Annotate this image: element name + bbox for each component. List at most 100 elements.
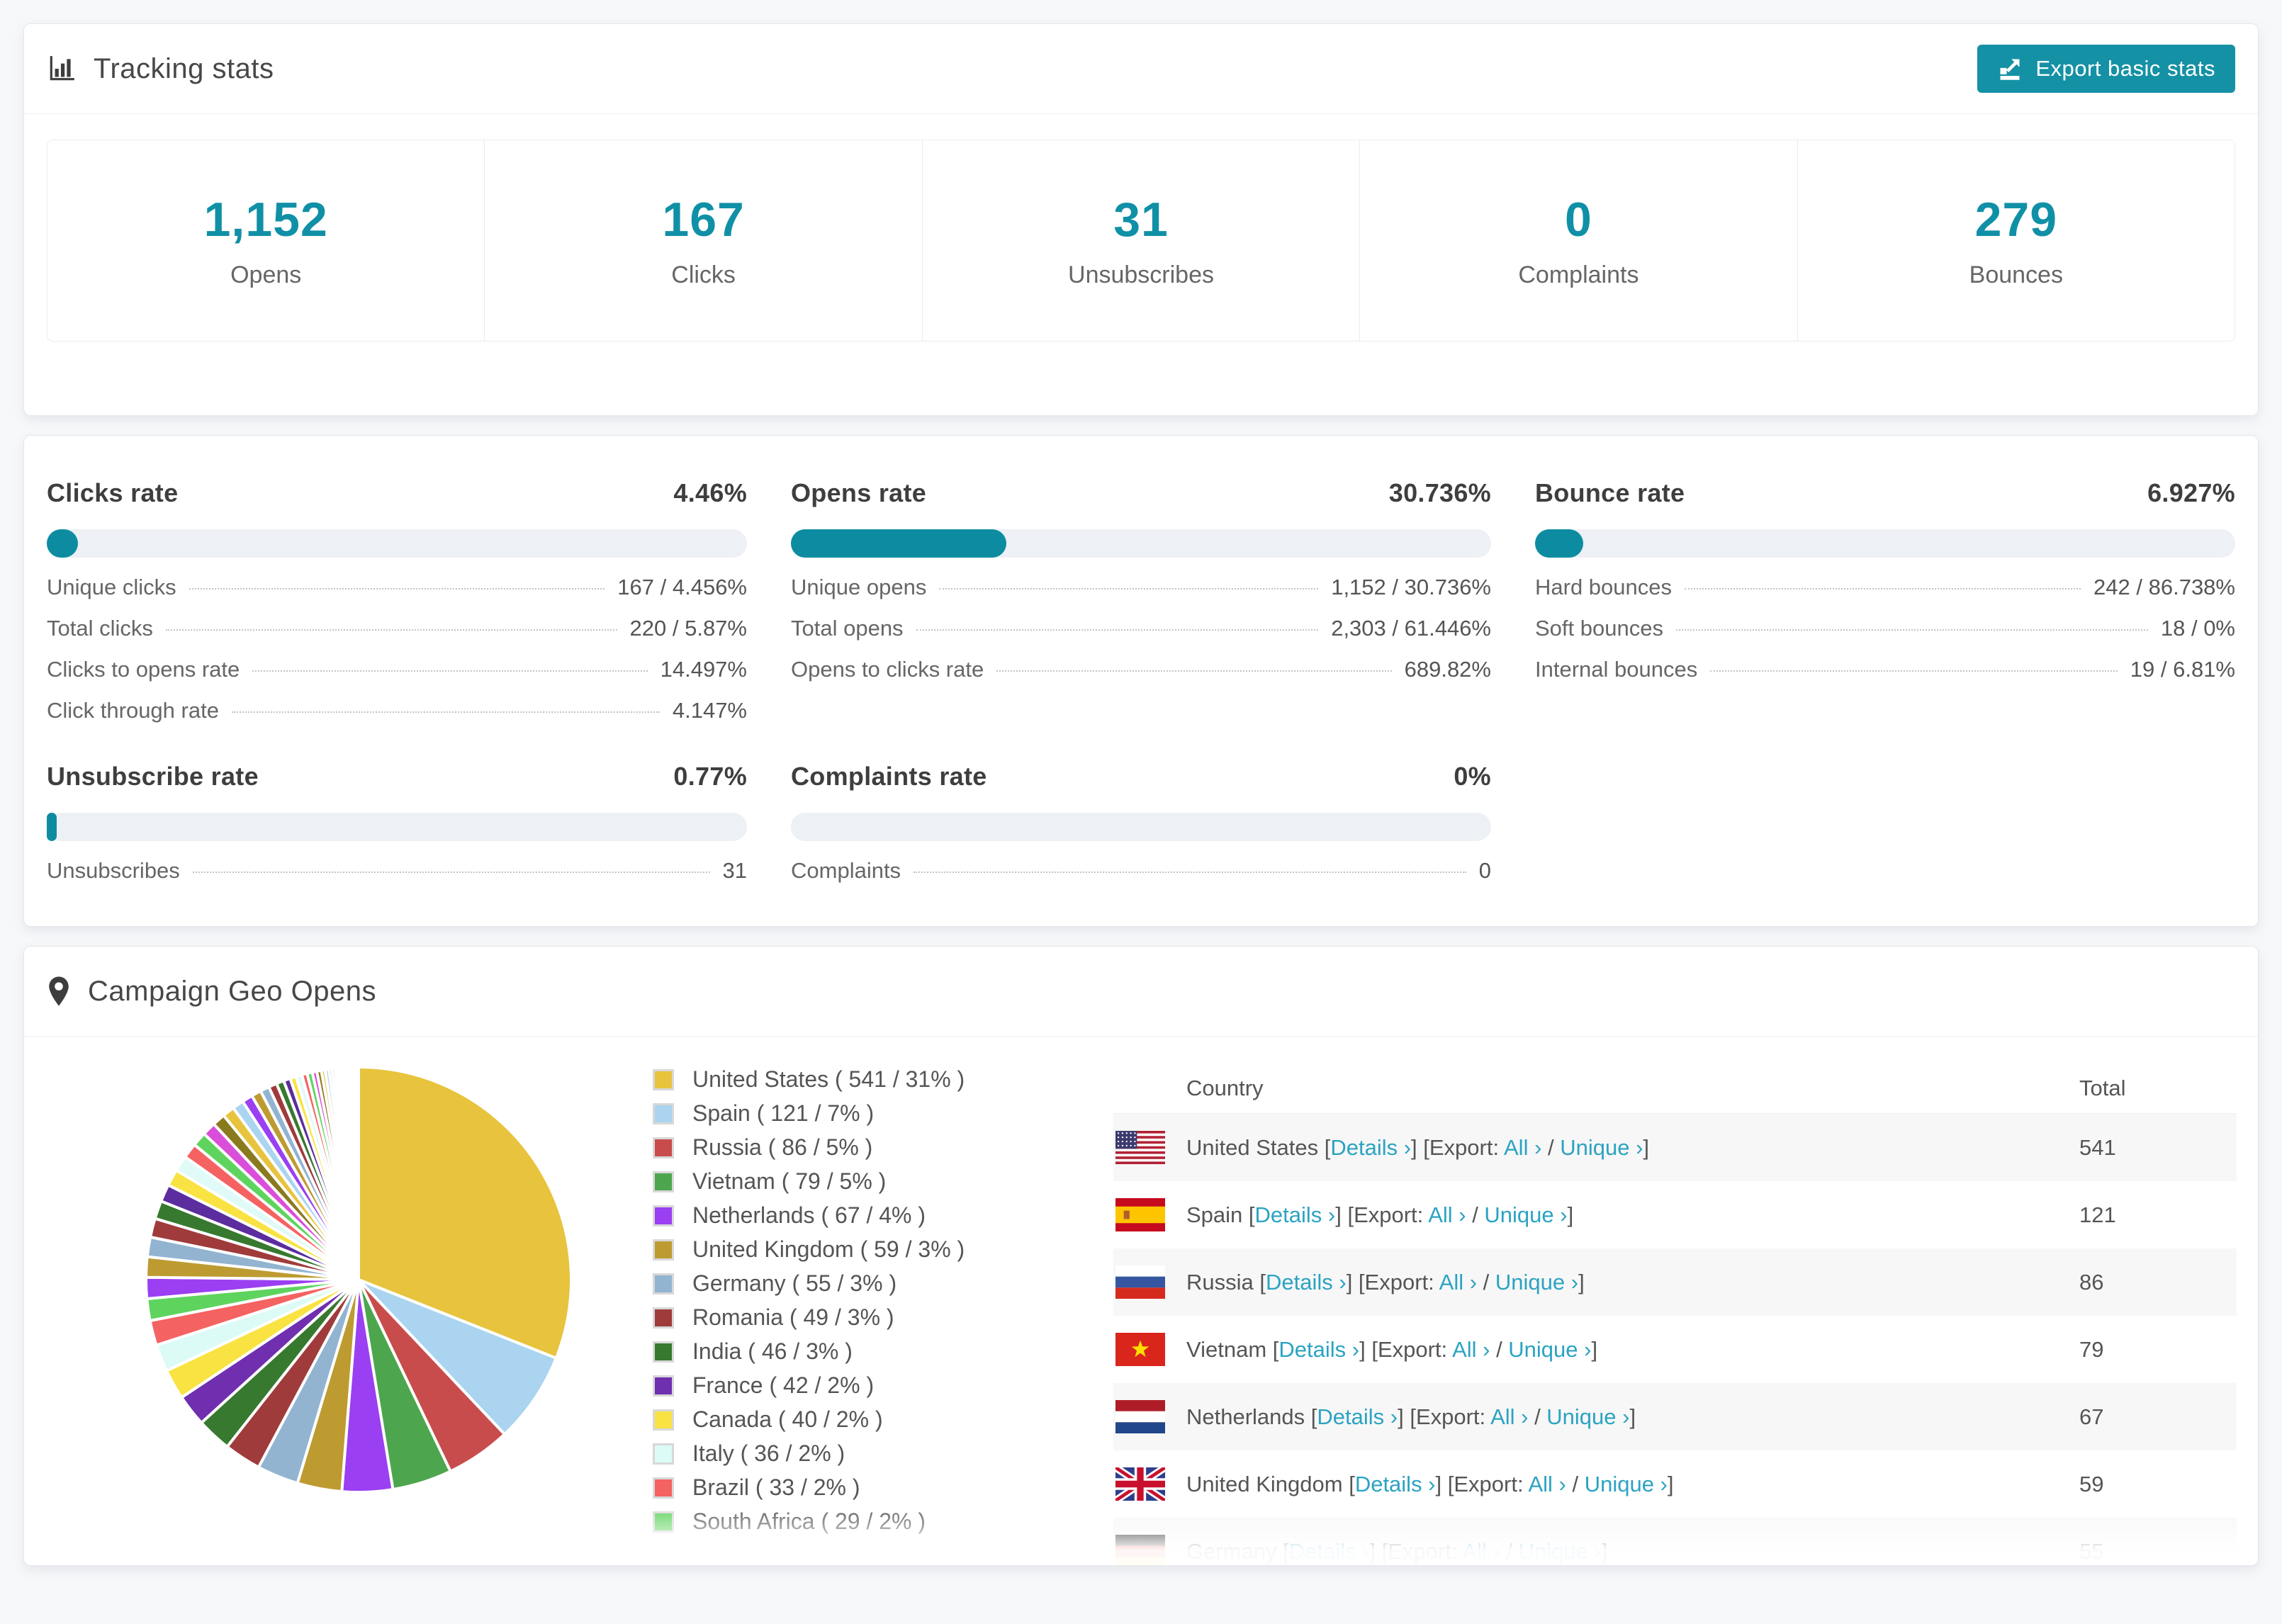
tracking-stats-header: Tracking stats Export basic stats: [24, 24, 2258, 114]
details-link[interactable]: Details ›: [1317, 1404, 1398, 1429]
legend-item[interactable]: South Africa ( 29 / 2% ): [653, 1509, 1092, 1535]
rate-title: Unsubscribe rate: [47, 762, 259, 791]
metric-row: Unique opens 1,152 / 30.736%: [791, 575, 1491, 599]
rate-head: Bounce rate 6.927%: [1535, 478, 2235, 508]
legend-swatch: [653, 1103, 674, 1124]
details-link[interactable]: Details ›: [1278, 1337, 1359, 1362]
legend-item[interactable]: Spain ( 121 / 7% ): [653, 1100, 1092, 1127]
dotted-leader: [192, 872, 710, 873]
total-cell: 55: [2079, 1538, 2104, 1564]
legend-item[interactable]: Germany ( 55 / 3% ): [653, 1270, 1092, 1297]
metric-row: Unsubscribes 31: [47, 858, 747, 883]
metric-value: 14.497%: [660, 657, 747, 682]
total-cell: 67: [2079, 1404, 2104, 1429]
export-unique-link[interactable]: Unique ›: [1585, 1472, 1668, 1496]
export-unique-link[interactable]: Unique ›: [1484, 1202, 1567, 1227]
legend-item[interactable]: Netherlands ( 67 / 4% ): [653, 1202, 1092, 1229]
pie-slice[interactable]: [356, 1065, 360, 1280]
rate-value: 4.46%: [673, 478, 747, 507]
legend-label: Italy ( 36 / 2% ): [692, 1440, 845, 1466]
legend-swatch: [653, 1341, 674, 1363]
export-all-link[interactable]: All ›: [1452, 1337, 1490, 1362]
metric-label: Total clicks: [47, 616, 153, 641]
dotted-leader: [939, 588, 1319, 590]
legend-label: Canada ( 40 / 2% ): [692, 1406, 883, 1432]
flag-de: [1115, 1535, 1165, 1565]
export-unique-link[interactable]: Unique ›: [1495, 1270, 1578, 1295]
legend-item[interactable]: Canada ( 40 / 2% ): [653, 1406, 1092, 1433]
legend-label: India ( 46 / 3% ): [692, 1338, 853, 1364]
legend-item[interactable]: Vietnam ( 79 / 5% ): [653, 1168, 1092, 1195]
stat-box-complaints: 0 Complaints: [1359, 140, 1798, 342]
export-all-link[interactable]: All ›: [1504, 1135, 1541, 1160]
stat-label: Bounces: [1969, 261, 2063, 288]
stat-value: 1,152: [203, 193, 328, 247]
table-row-gb: United Kingdom [Details ›] [Export: All …: [1113, 1450, 2237, 1518]
country-name: United States: [1186, 1134, 1325, 1160]
country-cell: Germany [Details ›] [Export: All › / Uni…: [1115, 1535, 2079, 1565]
metric-value: 167 / 4.456%: [617, 575, 747, 599]
geo-section-title: Campaign Geo Opens: [88, 975, 377, 1007]
total-column-header: Total: [2079, 1076, 2126, 1100]
country-cell: Netherlands [Details ›] [Export: All › /…: [1115, 1400, 2079, 1433]
legend-item[interactable]: Italy ( 36 / 2% ): [653, 1440, 1092, 1467]
details-link[interactable]: Details ›: [1266, 1270, 1347, 1295]
legend-item[interactable]: Russia ( 86 / 5% ): [653, 1134, 1092, 1161]
details-link[interactable]: Details ›: [1330, 1135, 1411, 1160]
rate-block-unsubscribe-rate: Unsubscribe rate 0.77% Unsubscribes 31: [47, 762, 747, 883]
dotted-leader: [252, 670, 648, 672]
export-all-link[interactable]: All ›: [1439, 1270, 1477, 1295]
legend-label: Germany ( 55 / 3% ): [692, 1270, 897, 1296]
export-all-link[interactable]: All ›: [1528, 1472, 1566, 1496]
rate-block-complaints-rate: Complaints rate 0% Complaints 0: [791, 762, 1491, 883]
stat-label: Unsubscribes: [1068, 261, 1214, 288]
metric-row: Click through rate 4.147%: [47, 698, 747, 723]
legend-item[interactable]: India ( 46 / 3% ): [653, 1338, 1092, 1365]
legend-item[interactable]: United States ( 541 / 31% ): [653, 1066, 1092, 1093]
metric-row: Complaints 0: [791, 858, 1491, 883]
export-basic-stats-button[interactable]: Export basic stats: [1977, 45, 2235, 93]
country-links: Germany [Details ›] [Export: All › / Uni…: [1186, 1538, 1608, 1564]
stat-box-clicks: 167 Clicks: [484, 140, 923, 342]
details-link[interactable]: Details ›: [1289, 1539, 1370, 1564]
country-cell: Vietnam [Details ›] [Export: All › / Uni…: [1115, 1333, 2079, 1366]
legend-item[interactable]: Romania ( 49 / 3% ): [653, 1304, 1092, 1331]
geo-legend: United States ( 541 / 31% ) Spain ( 121 /…: [653, 1064, 1092, 1543]
total-cell: 59: [2079, 1471, 2104, 1496]
stat-value: 167: [662, 193, 745, 247]
rate-block-clicks-rate: Clicks rate 4.46% Unique clicks 167 / 4.456…: [47, 478, 747, 723]
export-unique-link[interactable]: Unique ›: [1560, 1135, 1643, 1160]
dotted-leader: [996, 670, 1392, 672]
export-unique-link[interactable]: Unique ›: [1519, 1539, 1602, 1564]
metric-value: 31: [722, 858, 747, 883]
legend-swatch: [653, 1477, 674, 1499]
rate-value: 6.927%: [2147, 478, 2235, 507]
legend-item[interactable]: Brazil ( 33 / 2% ): [653, 1474, 1092, 1501]
metric-row: Opens to clicks rate 689.82%: [791, 657, 1491, 682]
export-all-link[interactable]: All ›: [1462, 1539, 1500, 1564]
rate-value: 30.736%: [1388, 478, 1491, 507]
metric-value: 2,303 / 61.446%: [1331, 616, 1491, 641]
rates-card: Clicks rate 4.46% Unique clicks 167 / 4.456…: [23, 435, 2259, 927]
details-link[interactable]: Details ›: [1355, 1472, 1436, 1496]
details-link[interactable]: Details ›: [1255, 1202, 1336, 1227]
rate-block-opens-rate: Opens rate 30.736% Unique opens 1,152 / 30.…: [791, 478, 1491, 722]
flag-es: [1115, 1198, 1165, 1231]
legend-label: Brazil ( 33 / 2% ): [692, 1474, 860, 1500]
export-unique-link[interactable]: Unique ›: [1508, 1337, 1591, 1362]
total-cell: 121: [2079, 1202, 2116, 1227]
flag-vn: [1115, 1333, 1165, 1366]
export-all-link[interactable]: All ›: [1428, 1202, 1466, 1227]
metric-value: 19 / 6.81%: [2130, 657, 2235, 682]
flag-nl: [1115, 1400, 1165, 1433]
export-unique-link[interactable]: Unique ›: [1546, 1404, 1629, 1429]
export-all-link[interactable]: All ›: [1490, 1404, 1528, 1429]
total-cell: 79: [2079, 1336, 2104, 1362]
legend-item[interactable]: France ( 42 / 2% ): [653, 1372, 1092, 1399]
legend-swatch: [653, 1409, 674, 1431]
metric-value: 1,152 / 30.736%: [1331, 575, 1491, 599]
export-icon: [2000, 59, 2020, 80]
metric-value: 4.147%: [672, 698, 747, 723]
stat-value: 31: [1113, 193, 1169, 247]
legend-item[interactable]: United Kingdom ( 59 / 3% ): [653, 1236, 1092, 1263]
